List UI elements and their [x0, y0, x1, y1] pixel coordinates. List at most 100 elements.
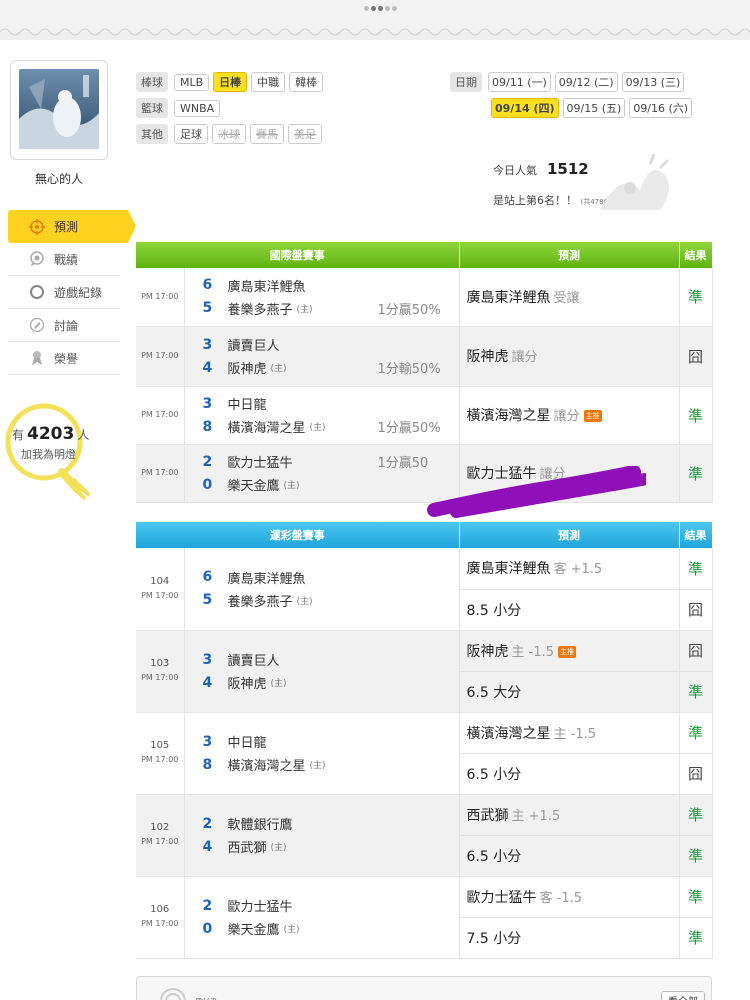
avatar-frame[interactable]	[10, 60, 108, 160]
table-row[interactable]: 102 PM 17:00 2 軟體銀行鷹 4 西武獅 (主) 西武獅主 +1.5 準	[136, 794, 713, 877]
match-number: 105	[150, 740, 170, 751]
popularity-value: 1512	[547, 160, 589, 178]
sidebar-item-label: 討論	[54, 318, 79, 333]
match-number-time: 106 PM 17:00	[136, 876, 185, 959]
match-number-time: 103 PM 17:00	[136, 630, 185, 713]
result-cell: 準	[679, 671, 713, 713]
odds-line: 1分輸50%	[377, 362, 441, 377]
column-header-match: 國際盤賽事	[136, 242, 460, 268]
column-header-result: 結果	[679, 522, 713, 548]
team-name: 西武獅	[227, 841, 267, 856]
featured-badge: 主推	[583, 410, 602, 422]
team-name: 樂天金鷹	[227, 923, 280, 938]
date-chip[interactable]: 09/15 (五)	[562, 98, 626, 118]
filter-chip-mlb[interactable]: MLB	[174, 73, 210, 91]
date-chip-selected[interactable]: 09/14 (四)	[491, 98, 559, 118]
table-row[interactable]: PM 17:00 3 中日龍 8 橫濱海灣之星 (主) 1分贏50% 橫濱海灣之星 讓分主…	[136, 386, 713, 445]
table-row[interactable]: PM 17:00 3 讀賣巨人 4 阪神虎 (主) 1分輸50% 阪神虎 讓分 囧	[136, 326, 713, 387]
result-cell: 準	[679, 835, 713, 877]
sidebar-item-honor[interactable]: 榮譽	[8, 342, 120, 375]
mascot-decoration-icon	[600, 153, 670, 210]
team-name: 阪神虎	[227, 677, 267, 692]
filter-chip-soccer[interactable]: 足球	[174, 124, 208, 144]
match-time: PM 17:00	[141, 673, 179, 682]
prediction-cell: 6.5 小分	[459, 835, 680, 877]
match-teams: 2 歐力士猛牛 1分贏50 0 樂天金鷹 (主)	[184, 444, 460, 503]
prediction-cell: 西武獅主 +1.5	[459, 794, 680, 836]
sidebar-item-game-log[interactable]: 遊戲紀錄	[8, 276, 120, 309]
featured-badge: 主推	[558, 645, 576, 658]
result-cell: 準	[679, 917, 713, 959]
sidebar-item-predict[interactable]: 預測	[8, 210, 136, 243]
match-teams: 3 讀賣巨人 4 阪神虎 (主) 1分輸50%	[184, 326, 460, 387]
sport-filters: 棒球 MLB 日棒 中職 韓棒 籃球 WNBA 其他 足球 冰球 賽馬 美足	[136, 72, 327, 150]
table-row[interactable]: 103 PM 17:00 3 讀賣巨人 4 阪神虎 (主) 阪神虎主 -1.5 主推囧	[136, 630, 713, 713]
fans-number: 4203	[27, 424, 75, 444]
filter-row-other: 其他 足球 冰球 賽馬 美足	[136, 124, 327, 144]
date-row-2: 09/14 (四) 09/15 (五) 09/16 (六)	[450, 98, 710, 118]
username: 無心的人	[34, 172, 83, 186]
team-name: 阪神虎	[227, 362, 267, 377]
column-header-prediction: 預測	[459, 242, 680, 268]
team-name: 橫濱海灣之星	[227, 421, 306, 436]
team-name: 廣島東洋鯉魚	[227, 279, 306, 295]
table-header-row: 國際盤賽事 預測 結果	[136, 242, 713, 268]
match-time: PM 17:00	[141, 755, 179, 764]
prediction-cell: 6.5 小分	[459, 753, 680, 795]
team-name: 歐力士猛牛	[227, 456, 293, 471]
pencil-icon	[28, 316, 46, 334]
result-cell: 囧	[679, 630, 713, 672]
filter-chip-kbo[interactable]: 韓棒	[289, 72, 324, 92]
wave-divider	[0, 28, 750, 36]
team-name: 讀賣巨人	[227, 339, 280, 354]
filter-chip-wnba[interactable]: WNBA	[174, 99, 221, 117]
table-row[interactable]: PM 17:00 2 歐力士猛牛 1分贏50 0 樂天金鷹 (主) 歐力士猛牛 讓分 準	[136, 444, 713, 503]
team-name: 歐力士猛牛	[227, 900, 293, 915]
prediction-cell: 6.5 大分	[459, 671, 680, 713]
filter-chip-cpbl[interactable]: 中職	[251, 72, 286, 92]
team-name: 廣島東洋鯉魚	[227, 571, 306, 587]
circle-icon	[160, 988, 186, 1000]
match-number-time: 104 PM 17:00	[136, 548, 185, 631]
table-row[interactable]: 106 PM 17:00 2 歐力士猛牛 0 樂天金鷹 (主) 歐力士猛牛客 -1.5 準	[136, 876, 713, 959]
lottery-odds-table: 運彩盤賽事 預測 結果 104 PM 17:00 6 廣島東洋鯉魚 5 養樂多燕子 (主) 廣…	[136, 522, 713, 959]
date-chip[interactable]: 09/12 (二)	[554, 72, 618, 92]
match-time: PM 17:00	[136, 268, 185, 327]
match-teams: 3 讀賣巨人 4 阪神虎 (主)	[184, 630, 460, 713]
prediction-cell: 8.5 小分	[459, 589, 680, 631]
team-name: 中日龍	[227, 398, 267, 413]
filter-label: 籃球	[136, 98, 168, 118]
date-chip[interactable]: 09/13 (三)	[621, 72, 685, 92]
match-time: PM 17:00	[141, 590, 179, 600]
match-time: PM 17:00	[136, 444, 185, 503]
odds-line: 1分贏50	[377, 456, 429, 471]
odds-line: 1分贏50%	[377, 302, 441, 318]
follow-link[interactable]: 加我為明燈	[21, 446, 76, 462]
date-chip[interactable]: 09/11 (一)	[488, 72, 551, 92]
table-row[interactable]: 104 PM 17:00 6 廣島東洋鯉魚 5 養樂多燕子 (主) 廣島東洋鯉魚客 +1.5 準	[136, 548, 713, 631]
table-row[interactable]: PM 17:00 6 廣島東洋鯉魚 5 養樂多燕子 (主) 1分贏50% 廣島東洋鯉魚受…	[136, 268, 713, 327]
page-indicator-dots	[364, 6, 397, 11]
see-all-button[interactable]: 看全部	[661, 991, 705, 1000]
team-name: 中日龍	[227, 736, 267, 751]
prediction-cell: 阪神虎主 -1.5 主推	[459, 630, 680, 672]
prediction-cell: 歐力士猛牛 讓分	[459, 444, 680, 503]
date-row-1: 日期 09/11 (一) 09/12 (二) 09/13 (三)	[450, 72, 710, 92]
sidebar-item-discussion[interactable]: 討論	[8, 309, 120, 342]
prediction-cell: 阪神虎 讓分	[459, 326, 680, 387]
sidebar-item-label: 戰績	[54, 252, 79, 267]
popularity: 今日人氣 1512	[493, 160, 589, 178]
match-number-time: 105 PM 17:00	[136, 712, 185, 795]
sidebar-item-record[interactable]: 戰績	[8, 243, 120, 276]
team-name: 養樂多燕子	[227, 302, 293, 318]
team-name: 橫濱海灣之星	[227, 759, 306, 774]
date-chip[interactable]: 09/16 (六)	[629, 98, 693, 118]
table-row[interactable]: 105 PM 17:00 3 中日龍 8 橫濱海灣之星 (主) 橫濱海灣之星主 -1.5 準	[136, 712, 713, 795]
filter-chip-npb[interactable]: 日棒	[213, 72, 248, 92]
avatar[interactable]	[19, 69, 99, 149]
result-cell: 囧	[679, 589, 713, 631]
team-name: 養樂多燕子	[227, 594, 293, 610]
date-label: 日期	[450, 72, 482, 92]
team-name: 軟體銀行鷹	[227, 818, 293, 833]
match-number: 104	[150, 575, 170, 587]
